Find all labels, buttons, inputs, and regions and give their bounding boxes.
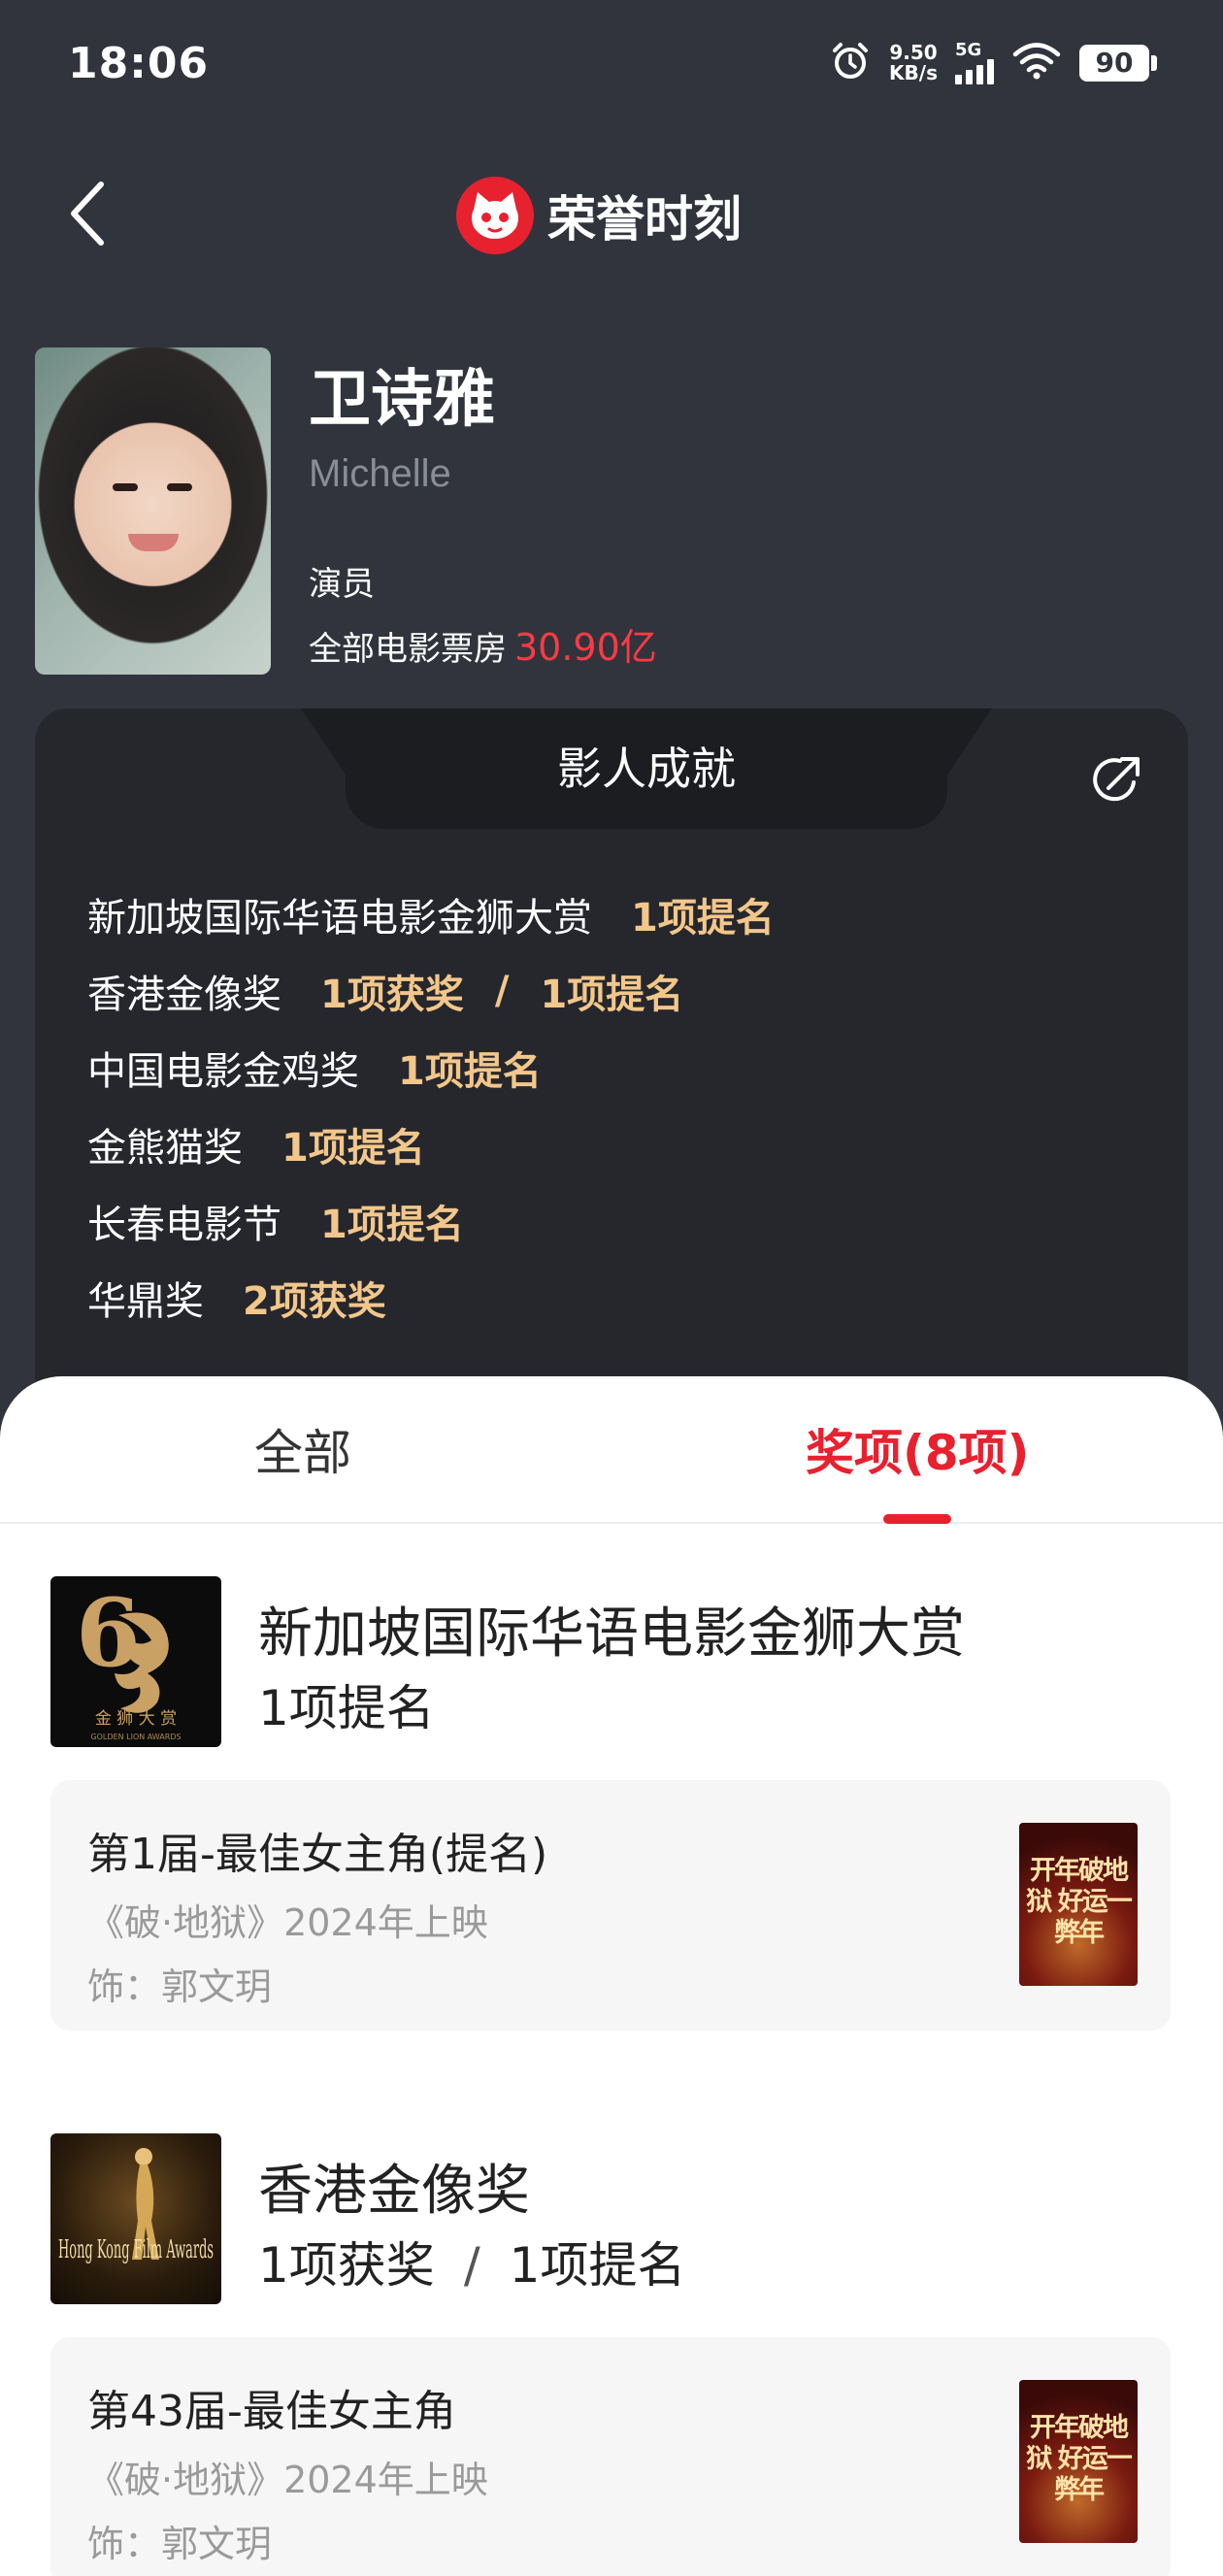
poster-text: 开年破地狱 好运一弊年 — [1026, 1856, 1132, 1948]
nav-bar: 荣誉时刻 — [0, 165, 1223, 262]
battery-icon: 90 — [1079, 45, 1157, 82]
nomination-title: 第1届-最佳女主角(提名) — [87, 1830, 548, 1879]
film-poster[interactable]: 开年破地狱 好运一弊年 — [1019, 1823, 1138, 1986]
achievements-card: 影人成就 新加坡国际华语电影金狮大赏 1项提名 香港金像奖 1项获奖 / 1项提… — [35, 709, 1188, 1407]
nomination-role: 饰：郭文玥 — [87, 1965, 273, 2008]
award-summary: 1项获奖 / 1项提名 — [258, 2227, 685, 2296]
achievements-list: 新加坡国际华语电影金狮大赏 1项提名 香港金像奖 1项获奖 / 1项提名 中国电… — [87, 875, 775, 1336]
achievement-row: 新加坡国际华语电影金狮大赏 1项提名 — [87, 875, 775, 952]
tab-awards[interactable]: 奖项(8项) — [806, 1376, 1030, 1524]
profile-section: 卫诗雅 Michelle 演员 全部电影票房 30.90亿 — [35, 347, 1190, 677]
award-count: 1项提名 — [258, 1680, 435, 1736]
page-title: 荣誉时刻 — [547, 191, 742, 248]
achievement-name: 金熊猫奖 — [87, 1125, 243, 1171]
poster-text: 开年破地狱 好运一弊年 — [1026, 2413, 1132, 2505]
wifi-icon — [1011, 42, 1062, 84]
chevron-left-icon — [71, 182, 104, 246]
award-header[interactable]: Hong Kong Film Awards 香港金像奖 1项获奖 / 1项提名 — [50, 2133, 1176, 2304]
signal-indicator: 5G — [955, 42, 994, 84]
achievement-name: 中国电影金鸡奖 — [87, 1048, 359, 1094]
achievement-count: 1项提名 — [281, 1125, 425, 1171]
award-name: 新加坡国际华语电影金狮大赏 — [258, 1602, 965, 1666]
award-name: 香港金像奖 — [258, 2160, 530, 2223]
achievement-row: 长春电影节 1项提名 — [87, 1182, 775, 1259]
nomination-card[interactable]: 第43届-最佳女主角 《破·地狱》2024年上映 饰：郭文玥 开年破地狱 好运一… — [50, 2337, 1171, 2576]
nav-title-group: 荣誉时刻 — [456, 177, 742, 254]
tab-bar: 全部 奖项(8项) — [0, 1376, 1223, 1524]
film-poster[interactable]: 开年破地狱 好运一弊年 — [1019, 2380, 1138, 2543]
active-tab-indicator — [883, 1514, 951, 1524]
nomination-film: 《破·地狱》2024年上映 — [87, 1901, 488, 1944]
achievement-count: 1项提名 — [320, 1202, 464, 1247]
tab-all[interactable]: 全部 — [254, 1376, 351, 1524]
net-speed-unit: KB/s — [889, 61, 938, 84]
logo-subtext: GOLDEN LION AWARDS — [90, 1733, 181, 1741]
person-english-name: Michelle — [309, 452, 451, 495]
achievement-count: 1项获奖 — [320, 972, 464, 1017]
achievement-name: 华鼎奖 — [87, 1278, 204, 1324]
battery-level: 90 — [1079, 45, 1149, 82]
award-separator: / — [463, 2237, 480, 2294]
back-button[interactable] — [58, 175, 116, 252]
award-count: 1项获奖 — [258, 2237, 435, 2294]
awards-sheet: 全部 奖项(8项) 6 金 狮 大 赏 GOLDEN LION AWARDS 新… — [0, 1376, 1223, 2576]
achievement-row: 中国电影金鸡奖 1项提名 — [87, 1029, 775, 1106]
achievement-name: 香港金像奖 — [87, 972, 281, 1017]
net-speed-value: 9.50 — [889, 41, 938, 64]
logo-text: 金 狮 大 赏 — [95, 1709, 177, 1729]
achievement-count: 1项提名 — [540, 972, 684, 1017]
award-header[interactable]: 6 金 狮 大 赏 GOLDEN LION AWARDS 新加坡国际华语电影金狮… — [50, 1576, 1176, 1747]
achievements-header-tab: 影人成就 — [346, 709, 947, 829]
nomination-role: 饰：郭文玥 — [87, 2523, 273, 2565]
logo-text: Hong Kong Film Awards — [58, 2235, 214, 2264]
achievement-row: 华鼎奖 2项获奖 — [87, 1259, 775, 1336]
box-office: 全部电影票房 30.90亿 — [309, 617, 657, 671]
svg-text:6: 6 — [76, 1578, 141, 1688]
signal-bars-icon — [955, 59, 994, 84]
status-time: 18:06 — [68, 39, 210, 88]
award-summary: 1项提名 — [258, 1669, 435, 1739]
network-type: 5G — [955, 40, 982, 60]
achievements-title: 影人成就 — [557, 743, 736, 795]
net-speed: 9.50 KB/s — [889, 43, 938, 83]
achievement-count: 1项提名 — [631, 895, 775, 941]
nomination-title: 第43届-最佳女主角 — [87, 2387, 456, 2436]
alarm-icon — [829, 40, 872, 86]
share-button[interactable] — [1085, 749, 1147, 811]
golden-lion-awards-logo: 6 金 狮 大 赏 GOLDEN LION AWARDS — [50, 1576, 221, 1747]
status-bar: 18:06 9.50 KB/s 5G 90 — [0, 0, 1223, 126]
nomination-film: 《破·地狱》2024年上映 — [87, 2459, 488, 2501]
header-area: 18:06 9.50 KB/s 5G 90 荣誉时刻 卫诗雅 Michelle … — [0, 0, 1223, 1437]
maoyan-cat-logo-icon — [456, 177, 534, 254]
achievement-row: 金熊猫奖 1项提名 — [87, 1106, 775, 1182]
achievement-count: 1项提名 — [398, 1048, 542, 1094]
achievement-name: 长春电影节 — [87, 1202, 281, 1247]
box-office-value: 30.90亿 — [514, 626, 657, 669]
achievement-separator: / — [494, 968, 510, 1013]
avatar — [35, 347, 271, 675]
share-icon — [1093, 757, 1140, 802]
box-office-label: 全部电影票房 — [309, 630, 507, 669]
hong-kong-film-awards-logo: Hong Kong Film Awards — [50, 2133, 221, 2304]
achievement-name: 新加坡国际华语电影金狮大赏 — [87, 895, 592, 941]
achievement-count: 2项获奖 — [243, 1278, 386, 1324]
achievement-row: 香港金像奖 1项获奖 / 1项提名 — [87, 952, 775, 1029]
status-icons: 9.50 KB/s 5G 90 — [829, 39, 1157, 87]
person-name: 卫诗雅 — [309, 364, 495, 436]
award-count: 1项提名 — [509, 2237, 686, 2294]
nomination-card[interactable]: 第1届-最佳女主角(提名) 《破·地狱》2024年上映 饰：郭文玥 开年破地狱 … — [50, 1780, 1171, 2031]
person-role: 演员 — [309, 565, 375, 604]
